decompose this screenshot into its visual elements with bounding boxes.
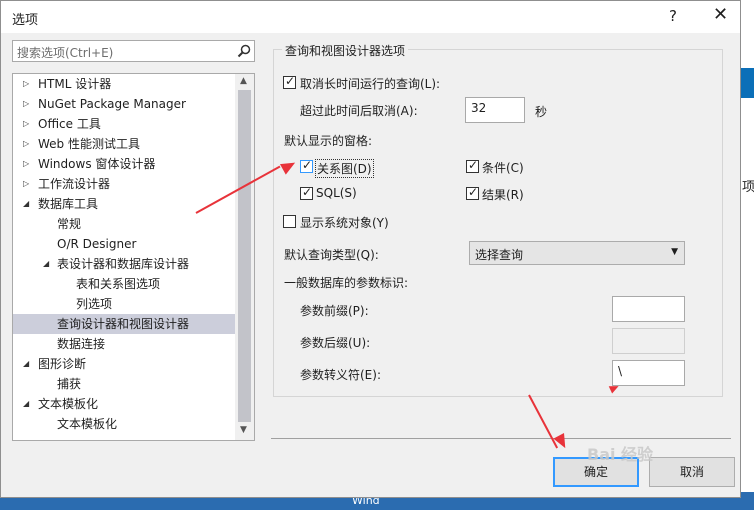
triangle-down-icon[interactable]: ◢ [23,354,35,374]
tree-item-label: NuGet Package Manager [38,97,186,111]
cancel-long-query-label: 取消长时间运行的查询(L): [300,77,441,91]
search-box[interactable]: 搜索选项(Ctrl+E) [12,40,255,62]
tree-item-label: 图形诊断 [38,357,87,371]
background-text: 项 [742,180,754,195]
show-system-objects-checkbox[interactable] [283,215,296,228]
param-suffix-input[interactable] [612,328,685,354]
scroll-down-icon[interactable]: ▼ [240,425,247,435]
diagram-pane-checkbox[interactable]: ✓ [300,158,313,173]
triangle-right-icon[interactable]: ▷ [23,114,35,134]
param-prefix-input[interactable] [612,296,685,322]
timeout-input[interactable]: 32 [465,97,525,123]
tree-item[interactable]: ▷ Office 工具 [13,114,235,134]
default-query-type-value: 选择查询 [475,248,524,262]
tree-item-label: 数据连接 [57,337,106,351]
results-pane-checkbox[interactable]: ✓ [466,185,479,200]
tree-item-label: 列选项 [76,297,113,311]
param-escape-input[interactable]: \ [612,360,685,386]
triangle-right-icon[interactable]: ▷ [23,154,35,174]
tree-item[interactable]: ▷ 工作流设计器 [13,174,235,194]
triangle-right-icon[interactable]: ▷ [23,94,35,114]
tree-item-label: 常规 [57,217,82,231]
timeout-label: 超过此时间后取消(A): [300,104,418,118]
chevron-down-icon: ▼ [671,247,678,257]
tree-item-label: 文本模板化 [38,397,99,411]
default-panes-label: 默认显示的窗格: [284,134,373,148]
help-button[interactable]: ? [669,7,677,25]
title-bar: 选项 ? ✕ [1,1,740,33]
tree-item-label: HTML 设计器 [38,77,112,91]
tree-item-label: 文本模板化 [57,417,118,431]
tree-item[interactable]: O/R Designer [13,234,235,254]
tree-item[interactable]: 数据连接 [13,334,235,354]
triangle-down-icon[interactable]: ◢ [43,254,55,274]
tree-item-label: 数据库工具 [38,197,99,211]
triangle-right-icon[interactable]: ▷ [23,174,35,194]
tree-item-label: Office 工具 [38,117,101,131]
sql-pane-checkbox[interactable]: ✓ [300,185,313,200]
tree-item[interactable]: ▷ Windows 窗体设计器 [13,154,235,174]
results-pane-label: 结果(R) [482,188,524,202]
tree-item[interactable]: ▷ NuGet Package Manager [13,94,235,114]
cancel-long-query-checkbox[interactable]: ✓ [283,74,296,89]
tree-item[interactable]: ◢ 文本模板化 [13,394,235,414]
criteria-pane-label: 条件(C) [482,161,524,175]
params-header: 一般数据库的参数标识: [284,276,409,290]
diagram-pane-label: 关系图(D) [315,159,374,178]
param-suffix-label: 参数后缀(U): [300,336,371,350]
triangle-right-icon[interactable]: ▷ [23,134,35,154]
search-input[interactable]: 搜索选项(Ctrl+E) [17,44,113,61]
criteria-pane-checkbox[interactable]: ✓ [466,158,479,173]
options-tree[interactable]: 文本模板化 ◢ 文本模板化 捕获 ◢ 图形诊断 数据连接 查询设计器和视图设计器 列选项 表和关系… [12,73,255,441]
tree-item-label: Web 性能测试工具 [38,137,140,151]
default-query-type-select[interactable]: 选择查询 ▼ [469,241,685,265]
timeout-unit: 秒 [535,105,548,119]
scroll-thumb[interactable] [238,90,251,422]
tree-item[interactable]: 查询设计器和视图设计器 [13,314,235,334]
tree-item[interactable]: 文本模板化 [13,414,235,434]
triangle-down-icon[interactable]: ◢ [23,394,35,414]
tree-item[interactable]: ◢ 数据库工具 [13,194,235,214]
check-icon: ✓ [302,185,313,199]
show-system-objects-label: 显示系统对象(Y) [300,216,389,230]
tree-item[interactable]: ◢ 图形诊断 [13,354,235,374]
tree-item-label: 捕获 [57,377,82,391]
watermark: Bai 经验 [587,445,654,464]
tree-item[interactable]: 列选项 [13,294,235,314]
cancel-button[interactable]: 取消 [649,457,735,487]
tree-item-label: 查询设计器和视图设计器 [57,317,190,331]
search-icon[interactable] [237,44,251,61]
sql-pane-label: SQL(S) [316,186,357,200]
tree-scrollbar[interactable]: ▲ ▼ [235,74,254,440]
triangle-right-icon[interactable]: ▷ [23,74,35,94]
tree-item[interactable]: 常规 [13,214,235,234]
tree-item-label: 表设计器和数据库设计器 [57,257,190,271]
param-prefix-label: 参数前缀(P): [300,304,369,318]
tree-item[interactable]: ▷ HTML 设计器 [13,74,235,94]
check-icon: ✓ [285,74,296,88]
tree-item-label: 工作流设计器 [38,177,111,191]
default-query-type-label: 默认查询类型(Q): [284,248,379,262]
tree-item[interactable]: 捕获 [13,374,235,394]
check-icon: ✓ [468,158,479,172]
window-title: 选项 [12,13,39,28]
tree-item-label: 表和关系图选项 [76,277,161,291]
tree-item-label: Windows 窗体设计器 [38,157,156,171]
check-icon: ✓ [302,158,313,172]
check-icon: ✓ [468,185,479,199]
param-escape-label: 参数转义符(E): [300,368,381,382]
tree-item[interactable]: 表和关系图选项 [13,274,235,294]
group-title: 查询和视图设计器选项 [282,42,409,59]
close-button[interactable]: ✕ [713,4,728,25]
options-dialog: 选项 ? ✕ 搜索选项(Ctrl+E) 文本模板化 ◢ 文本模板化 捕获 ◢ 图形诊断 数据… [0,0,741,498]
separator [271,438,731,439]
tree-item[interactable]: ◢ 表设计器和数据库设计器 [13,254,235,274]
tree-item-label: O/R Designer [57,237,137,251]
triangle-down-icon[interactable]: ◢ [23,194,35,214]
tree-item[interactable]: ▷ Web 性能测试工具 [13,134,235,154]
scroll-up-icon[interactable]: ▲ [240,76,247,86]
